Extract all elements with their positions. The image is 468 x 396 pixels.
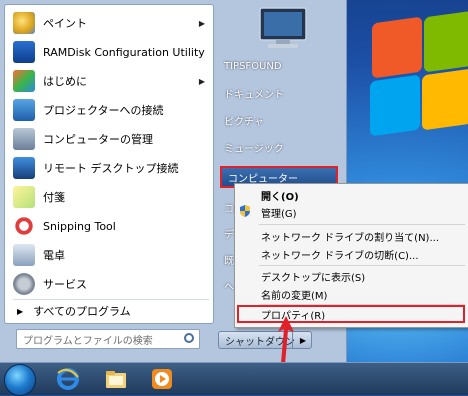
program-label: Snipping Tool xyxy=(43,219,116,233)
program-item-remote-desktop[interactable]: リモート デスクトップ接続 xyxy=(7,154,211,182)
calculator-icon xyxy=(13,244,35,266)
program-label: 付箋 xyxy=(43,191,65,204)
search-input[interactable]: プログラムとファイルの検索 xyxy=(16,329,200,349)
program-label: RAMDisk Configuration Utility xyxy=(43,45,205,59)
program-item-services[interactable]: サービス xyxy=(7,270,211,298)
hidden-item-label: コ xyxy=(224,203,234,215)
paint-icon xyxy=(13,12,35,34)
program-label: はじめに xyxy=(43,75,87,88)
menu-item-show-on-desktop[interactable]: デスクトップに表示(S) xyxy=(261,267,365,285)
menu-item-open[interactable]: 開く(O) xyxy=(261,186,299,204)
triangle-right-icon: ▶ xyxy=(17,306,24,316)
triangle-right-icon: ▶ xyxy=(299,335,307,345)
documents-label: ドキュメント xyxy=(224,89,284,101)
remote-desktop-icon xyxy=(13,157,35,179)
separator xyxy=(259,224,465,225)
computer-management-icon xyxy=(13,128,35,150)
media-player-icon[interactable] xyxy=(150,367,174,391)
all-programs-button[interactable]: ▶ すべてのプログラム xyxy=(7,301,211,321)
getting-started-icon xyxy=(13,70,35,92)
menu-item-rename[interactable]: 名前の変更(M) xyxy=(261,285,327,303)
music-link[interactable]: ミュージック xyxy=(224,136,342,158)
all-programs-label: すべてのプログラム xyxy=(33,305,131,318)
menu-item-manage[interactable]: 管理(G) xyxy=(261,203,297,221)
snipping-tool-icon xyxy=(13,215,35,237)
program-label: ペイント xyxy=(43,17,87,30)
start-menu-programs-pane: ペイント ▶ RAMDisk Configuration Utility はじめ… xyxy=(4,4,214,324)
menu-item-label: 名前の変更(M) xyxy=(261,290,328,302)
taskbar xyxy=(0,362,468,396)
services-icon xyxy=(13,273,35,295)
menu-item-label: 管理(G) xyxy=(261,208,297,220)
ramdisk-icon xyxy=(13,41,35,63)
projector-icon xyxy=(13,99,35,121)
program-label: リモート デスクトップ接続 xyxy=(43,162,179,175)
explorer-folder-icon[interactable] xyxy=(104,367,128,391)
program-item-paint[interactable]: ペイント ▶ xyxy=(7,9,211,37)
program-item-projector[interactable]: プロジェクターへの接続 xyxy=(7,96,211,124)
program-label: コンピューターの管理 xyxy=(43,133,153,146)
menu-item-map-network-drive[interactable]: ネットワーク ドライブの割り当て(N)... xyxy=(261,227,439,245)
program-item-getting-started[interactable]: はじめに ▶ xyxy=(7,67,211,95)
separator xyxy=(13,299,209,300)
hidden-item-label: 既 xyxy=(224,255,234,267)
program-item-calculator[interactable]: 電卓 xyxy=(7,241,211,269)
program-label: サービス xyxy=(43,278,87,291)
program-label: 電卓 xyxy=(43,249,65,262)
program-item-ramdisk[interactable]: RAMDisk Configuration Utility xyxy=(7,38,211,66)
computer-monitor-icon xyxy=(259,7,307,48)
music-label: ミュージック xyxy=(224,143,284,155)
windows-logo-wallpaper xyxy=(352,0,468,137)
hidden-item-label: ヘ xyxy=(224,281,234,293)
uac-shield-icon xyxy=(240,205,250,217)
context-menu: 開く(O) 管理(G) ネットワーク ドライブの割り当て(N)... ネットワー… xyxy=(234,183,468,328)
menu-item-label: 開く(O) xyxy=(261,191,299,203)
start-button[interactable] xyxy=(4,364,36,396)
menu-item-label: ネットワーク ドライブの割り当て(N)... xyxy=(261,232,439,244)
program-item-computer-management[interactable]: コンピューターの管理 xyxy=(7,125,211,153)
menu-item-label: デスクトップに表示(S) xyxy=(261,272,366,284)
documents-link[interactable]: ドキュメント xyxy=(224,82,342,104)
program-item-sticky-notes[interactable]: 付箋 xyxy=(7,183,211,211)
menu-item-disconnect-network-drive[interactable]: ネットワーク ドライブの切断(C)... xyxy=(261,245,419,263)
hidden-item-label: デ xyxy=(224,229,234,241)
separator xyxy=(259,265,465,266)
internet-explorer-icon[interactable] xyxy=(56,367,80,391)
user-folder-label: TIPSFOUND xyxy=(224,60,282,72)
search-placeholder: プログラムとファイルの検索 xyxy=(23,335,153,347)
pictures-label: ピクチャ xyxy=(224,116,264,128)
search-icon xyxy=(184,333,194,343)
user-folder-link[interactable]: TIPSFOUND xyxy=(224,55,342,77)
program-label: プロジェクターへの接続 xyxy=(43,104,164,117)
program-item-snipping-tool[interactable]: Snipping Tool xyxy=(7,212,211,240)
submenu-arrow-icon: ▶ xyxy=(198,18,205,28)
menu-item-label: ネットワーク ドライブの切断(C)... xyxy=(261,250,419,262)
submenu-arrow-icon: ▶ xyxy=(198,76,205,86)
pictures-link[interactable]: ピクチャ xyxy=(224,109,342,131)
sticky-notes-icon xyxy=(13,186,35,208)
